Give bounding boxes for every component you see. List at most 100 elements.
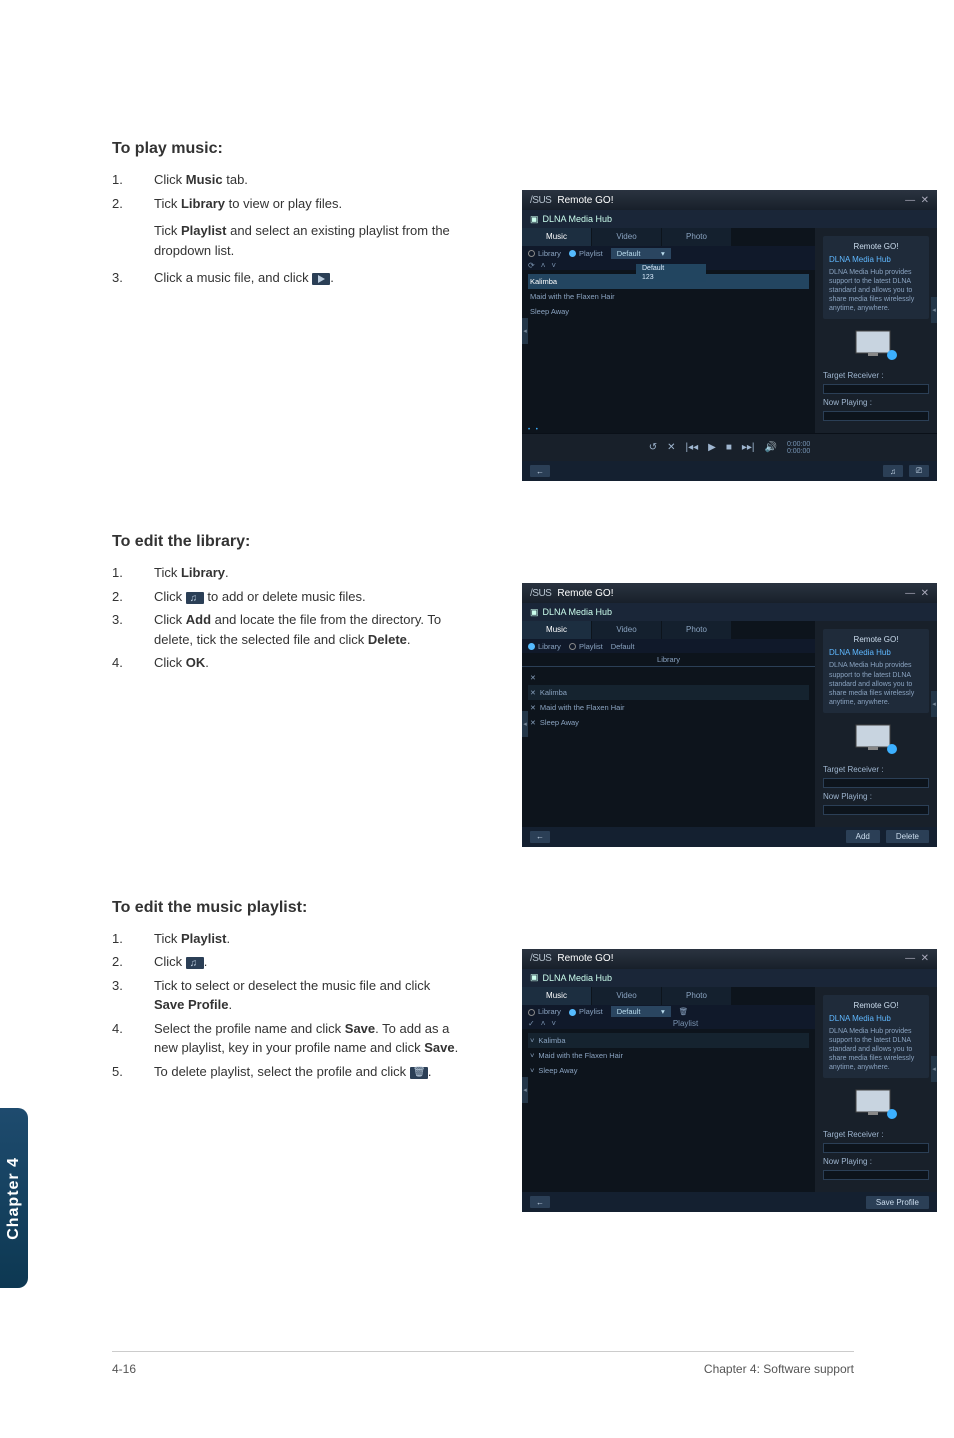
up-icon[interactable]: ˄: [541, 1019, 546, 1028]
subtitle-bar: ▣ DLNA Media Hub: [522, 210, 937, 228]
track-item[interactable]: ✕Maid with the Flaxen Hair: [528, 700, 809, 715]
chapter-tab: Chapter 4: [0, 1108, 28, 1288]
music-icon[interactable]: ♫: [883, 465, 903, 477]
radio-library[interactable]: [528, 643, 535, 650]
tab-photo[interactable]: Photo: [662, 228, 732, 246]
collapse-right-icon[interactable]: ◂: [931, 691, 937, 717]
step-num: 1.: [112, 563, 154, 583]
step-num: 3.: [112, 610, 154, 649]
playlist-dropdown[interactable]: Default▾: [611, 1006, 671, 1017]
scrubber[interactable]: • •: [528, 427, 540, 433]
remove-icon[interactable]: ✕: [530, 704, 536, 712]
brand-logo: /SUS: [530, 195, 551, 206]
stop-icon[interactable]: ■: [726, 442, 732, 453]
step-num: [112, 221, 154, 260]
check-icon[interactable]: ✓: [528, 1019, 535, 1028]
filter-row: Library Playlist Default▾: [522, 246, 815, 260]
step-text: Select the profile name and click Save. …: [154, 1019, 464, 1058]
window-buttons[interactable]: — ✕: [905, 195, 929, 206]
step-num: 2.: [112, 587, 154, 607]
step-text: Click a music file, and click .: [154, 268, 334, 288]
tab-video[interactable]: Video: [592, 621, 662, 639]
shuffle-icon[interactable]: ✕: [667, 442, 675, 453]
delete-button[interactable]: Delete: [886, 830, 929, 843]
add-button[interactable]: Add: [846, 830, 880, 843]
tab-photo[interactable]: Photo: [662, 621, 732, 639]
save-profile-button[interactable]: Save Profile: [866, 1196, 929, 1209]
heading-play-music: To play music:: [112, 140, 854, 158]
bottom-bar: ← ♫ ⎚: [522, 461, 937, 481]
radio-playlist[interactable]: [569, 250, 576, 257]
tab-music[interactable]: Music: [522, 621, 592, 639]
back-icon[interactable]: ←: [530, 465, 550, 477]
down-icon[interactable]: ˅: [551, 1019, 556, 1028]
play-icon[interactable]: ▶: [708, 442, 716, 453]
step-num: 2.: [112, 952, 154, 972]
back-icon[interactable]: ←: [530, 831, 550, 843]
tab-music[interactable]: Music: [522, 987, 592, 1005]
step-num: 4.: [112, 1019, 154, 1058]
track-item[interactable]: ✕: [528, 671, 809, 685]
side-info: Remote GO! DLNA Media Hub DLNA Media Hub…: [823, 236, 929, 319]
step-text: Click OK.: [154, 653, 209, 673]
step-text: Click to add or delete music files.: [154, 587, 366, 607]
check-toggle[interactable]: ˅: [530, 1036, 534, 1045]
play-icon: [312, 273, 330, 285]
refresh-icon[interactable]: ⟳: [528, 261, 535, 270]
steps-edit-library: 1. Tick Library. 2. Click to add or dele…: [112, 563, 492, 673]
repeat-icon[interactable]: ↺: [649, 442, 657, 453]
down-icon[interactable]: ˅: [551, 261, 556, 270]
screenshot-library: /SUSRemote GO!— ✕ ▣DLNA Media Hub Music …: [522, 583, 937, 846]
radio-library[interactable]: [528, 1009, 535, 1016]
trash-icon[interactable]: 🗑: [679, 1007, 689, 1016]
mode-label: Library: [522, 653, 815, 666]
step-num: 3.: [112, 976, 154, 1015]
next-icon[interactable]: ▸▸|: [742, 442, 755, 453]
tab-row: Music Video Photo: [522, 228, 815, 246]
tab-photo[interactable]: Photo: [662, 987, 732, 1005]
collapse-right-icon[interactable]: ◂: [931, 297, 937, 323]
playlist-dropdown[interactable]: Default▾: [611, 248, 671, 259]
track-item[interactable]: ˅Sleep Away: [528, 1063, 809, 1078]
music-icon: [186, 957, 204, 969]
track-item[interactable]: Sleep Away: [528, 304, 809, 319]
collapse-left-icon[interactable]: ◂: [522, 711, 528, 737]
step-num: 1.: [112, 170, 154, 190]
radio-library[interactable]: [528, 250, 535, 257]
remove-icon[interactable]: ✕: [530, 674, 536, 682]
step-num: 3.: [112, 268, 154, 288]
title-bar: /SUS Remote GO! — ✕: [522, 190, 937, 210]
dropdown-list[interactable]: Default 123: [636, 264, 706, 282]
device-icon[interactable]: ⎚: [909, 465, 929, 477]
check-toggle[interactable]: ˅: [530, 1066, 534, 1075]
track-item[interactable]: ✕Sleep Away: [528, 715, 809, 730]
chapter-title: Chapter 4: Software support: [704, 1362, 854, 1376]
app-title: Remote GO!: [557, 195, 613, 206]
target-section: Target Receiver : Now Playing :: [823, 371, 929, 425]
radio-playlist[interactable]: [569, 643, 576, 650]
collapse-left-icon[interactable]: ◂: [522, 318, 528, 344]
prev-icon[interactable]: |◂◂: [685, 442, 698, 453]
step-num: 5.: [112, 1062, 154, 1082]
volume-icon[interactable]: 🔊: [765, 442, 777, 453]
heading-edit-library: To edit the library:: [112, 533, 854, 551]
collapse-left-icon[interactable]: ◂: [522, 1077, 528, 1103]
remove-icon[interactable]: ✕: [530, 689, 536, 697]
up-icon[interactable]: ˄: [541, 261, 546, 270]
track-item[interactable]: ˅Maid with the Flaxen Hair: [528, 1048, 809, 1063]
check-toggle[interactable]: ˅: [530, 1051, 534, 1060]
screenshot-play: /SUS Remote GO! — ✕ ▣ DLNA Media Hub Musi…: [522, 190, 937, 481]
track-item[interactable]: ✕Kalimba: [528, 685, 809, 700]
track-item[interactable]: ˅Kalimba: [528, 1033, 809, 1048]
back-icon[interactable]: ←: [530, 1196, 550, 1208]
screenshot-playlist: /SUSRemote GO!— ✕ ▣DLNA Media Hub Music …: [522, 949, 937, 1212]
tab-video[interactable]: Video: [592, 228, 662, 246]
track-item[interactable]: Maid with the Flaxen Hair: [528, 289, 809, 304]
tab-music[interactable]: Music: [522, 228, 592, 246]
step-num: 4.: [112, 653, 154, 673]
page-number: 4-16: [112, 1362, 136, 1376]
radio-playlist[interactable]: [569, 1009, 576, 1016]
tab-video[interactable]: Video: [592, 987, 662, 1005]
remove-icon[interactable]: ✕: [530, 719, 536, 727]
collapse-right-icon[interactable]: ◂: [931, 1056, 937, 1082]
